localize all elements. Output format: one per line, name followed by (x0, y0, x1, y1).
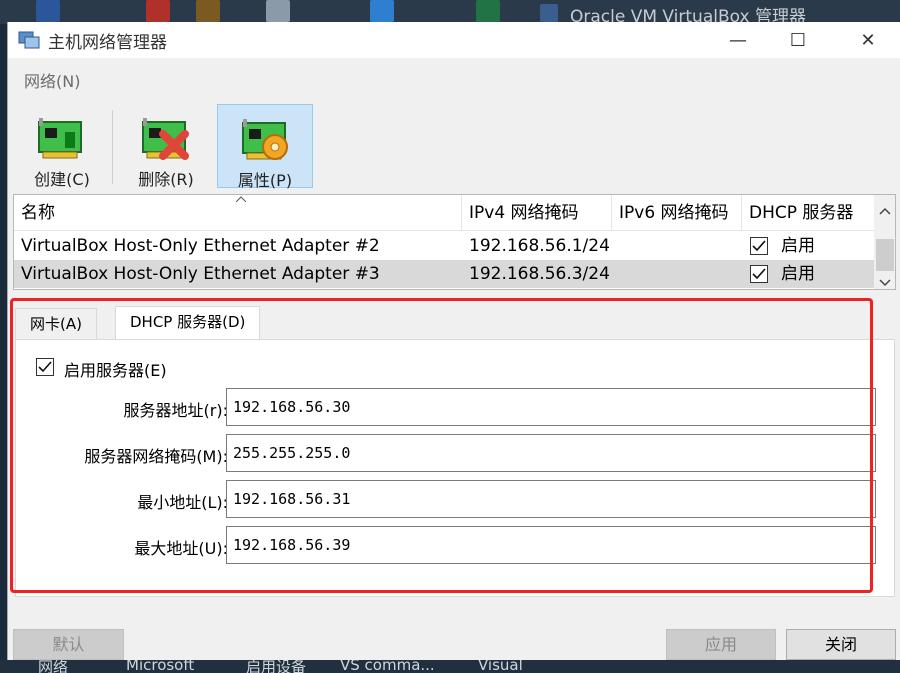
adapter-name: VirtualBox Host-Only Ethernet Adapter #2 (21, 236, 380, 256)
scroll-up-icon[interactable] (879, 207, 891, 215)
reset-button[interactable]: 默认 (13, 629, 124, 660)
word-icon[interactable] (36, 0, 60, 22)
checkmark-icon (38, 361, 52, 373)
server-mask-input[interactable] (226, 434, 876, 472)
taskbar-item[interactable]: Microsoft (126, 660, 194, 673)
minimize-button[interactable]: — (708, 22, 768, 58)
dhcp-server-panel: 启用服务器(E) 服务器地址(r): 服务器网络掩码(M): 最小地址(L): … (15, 339, 895, 597)
close-button[interactable]: 关闭 (786, 629, 896, 660)
adapter-name: VirtualBox Host-Only Ethernet Adapter #3 (21, 264, 380, 284)
table-row[interactable]: VirtualBox Host-Only Ethernet Adapter #3… (14, 260, 874, 288)
server-address-input[interactable] (226, 388, 876, 426)
dhcp-status: 启用 (781, 236, 815, 256)
adapter-ipv4: 192.168.56.1/24 (469, 236, 610, 256)
excel-icon[interactable] (476, 0, 500, 22)
upper-address-row: 最大地址(U): (16, 526, 896, 566)
scrollbar-thumb[interactable] (876, 239, 894, 271)
desktop-taskbar-top: Oracle VM VirtualBox 管理器 (0, 0, 900, 27)
network-card-delete-icon (142, 118, 189, 160)
network-manager-icon (18, 31, 40, 49)
dhcp-checkbox[interactable] (750, 237, 768, 255)
adapter-ipv4: 192.168.56.3/24 (469, 264, 610, 284)
toolbar: 创建(C) 删除(R) 属性(P) (8, 100, 900, 190)
server-mask-row: 服务器网络掩码(M): (16, 434, 896, 474)
dhcp-checkbox[interactable] (750, 265, 768, 283)
enable-server-label: 启用服务器(E) (64, 361, 167, 380)
network-card-add-icon (38, 118, 82, 159)
server-address-row: 服务器地址(r): (16, 388, 896, 428)
server-address-label: 服务器地址(r): (123, 401, 228, 420)
adapter-ipv6 (612, 260, 619, 288)
adapter-ipv6 (612, 232, 619, 260)
taskbar-item[interactable]: 网络 (38, 660, 68, 673)
lower-address-row: 最小地址(L): (16, 480, 896, 520)
adapter-list-header: 名称 IPv4 网络掩码 IPv6 网络掩码 DHCP 服务器 (14, 195, 874, 231)
taskbar-item[interactable]: Visual (478, 660, 523, 673)
server-mask-label: 服务器网络掩码(M): (84, 447, 228, 466)
host-network-manager-window: 主机网络管理器 — ☐ ✕ 网络(N) 创建(C) 删除(R) 属性(P) 名称… (7, 22, 900, 660)
enable-server-checkbox[interactable] (36, 358, 54, 376)
toolbar-separator (112, 110, 113, 184)
column-header-dhcp[interactable]: DHCP 服务器 (742, 195, 874, 231)
create-label: 创建(C) (34, 170, 90, 189)
virtualbox-icon[interactable] (540, 4, 558, 22)
properties-label: 属性(P) (237, 171, 293, 190)
close-window-button[interactable]: ✕ (838, 22, 898, 58)
apply-button[interactable]: 应用 (666, 629, 776, 660)
scroll-down-icon[interactable] (879, 279, 891, 287)
lower-address-input[interactable] (226, 480, 876, 518)
column-header-ipv4[interactable]: IPv4 网络掩码 (462, 195, 612, 231)
table-row[interactable]: VirtualBox Host-Only Ethernet Adapter #2… (14, 232, 874, 260)
settings-app-icon[interactable] (266, 0, 290, 22)
delete-button[interactable]: 删除(R) (118, 104, 214, 189)
dhcp-status: 启用 (781, 264, 815, 284)
adapter-list: 名称 IPv4 网络掩码 IPv6 网络掩码 DHCP 服务器 VirtualB… (13, 194, 896, 290)
column-header-ipv6[interactable]: IPv6 网络掩码 (612, 195, 742, 231)
desktop-taskbar-bottom: 网络 Microsoft 启用设备 VS comma... Visual (0, 660, 900, 673)
lower-address-label: 最小地址(L): (137, 493, 228, 512)
create-button[interactable]: 创建(C) (14, 104, 110, 189)
checkmark-icon (752, 268, 766, 280)
maximize-button[interactable]: ☐ (768, 22, 828, 58)
app-icon-blue[interactable] (370, 0, 394, 22)
sort-up-icon (236, 196, 246, 202)
adapter-list-scrollbar[interactable] (874, 195, 895, 289)
taskbar-item[interactable]: 启用设备 (246, 660, 306, 673)
taskbar-item[interactable]: VS comma... (340, 660, 435, 673)
title-bar: 主机网络管理器 — ☐ ✕ (8, 22, 900, 58)
upper-address-label: 最大地址(U): (134, 539, 228, 558)
upper-address-input[interactable] (226, 526, 876, 564)
app-icon-gold[interactable] (196, 0, 220, 22)
properties-button[interactable]: 属性(P) (217, 104, 313, 190)
network-card-properties-icon (242, 119, 288, 160)
tab-dhcp-server[interactable]: DHCP 服务器(D) (115, 306, 261, 340)
tab-adapter[interactable]: 网卡(A) (15, 308, 97, 340)
app-icon-red[interactable] (146, 0, 170, 22)
window-title: 主机网络管理器 (48, 33, 167, 53)
checkmark-icon (752, 240, 766, 252)
menu-network[interactable]: 网络(N) (24, 68, 80, 92)
delete-label: 删除(R) (138, 170, 194, 189)
